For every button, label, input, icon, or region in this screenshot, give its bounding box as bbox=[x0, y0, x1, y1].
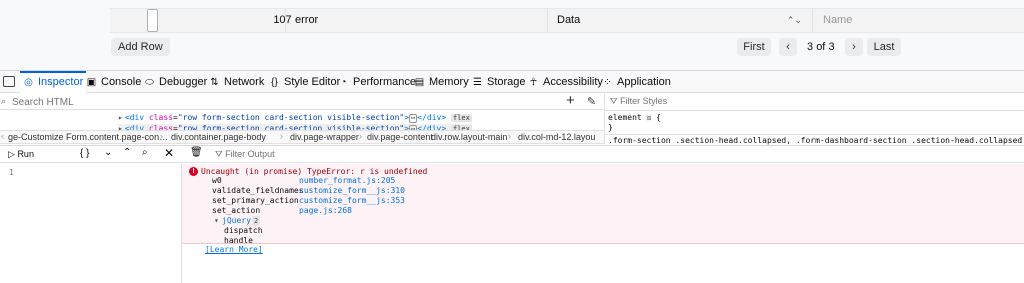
stack-frame: set_action page.js:268 bbox=[212, 206, 352, 216]
flex-badge[interactable]: flex bbox=[451, 114, 472, 122]
console-toolbar: ▷ Run { } ⌄ ⌃ ⌕ ✕ 🗑 ⛛ Filter Output bbox=[0, 146, 1024, 163]
prev-page-button[interactable]: ‹ bbox=[779, 38, 797, 56]
tab-application[interactable]: ⁘ Application bbox=[602, 71, 671, 93]
element-picker-icon[interactable] bbox=[3, 76, 15, 87]
rules-panel: ⛛ Filter Styles element ⦂⦂ { } .form-sec… bbox=[604, 94, 1024, 145]
breadcrumb-item[interactable]: div.col-md-12.layou bbox=[518, 132, 595, 142]
source-link[interactable]: page.js:268 bbox=[299, 206, 352, 216]
trash-icon[interactable]: 🗑 bbox=[190, 147, 203, 158]
tab-memory[interactable]: ▤ Memory bbox=[414, 71, 469, 93]
application-icon: ⁘ bbox=[603, 77, 612, 88]
label-cell[interactable]: Name bbox=[812, 9, 1024, 32]
chevron-up-icon[interactable]: ⌃ bbox=[123, 147, 131, 158]
source-link[interactable]: customize_form__js:353 bbox=[299, 196, 405, 206]
tab-accessibility[interactable]: ☥ Accessibility bbox=[528, 71, 603, 93]
style-editor-icon: {} bbox=[271, 77, 278, 88]
breadcrumb-item[interactable]: ge-Customize Form.content.page-con… bbox=[8, 132, 168, 142]
breadcrumb-item[interactable]: div.page-wrapper bbox=[290, 132, 359, 142]
breadcrumb-separator: › bbox=[421, 131, 424, 141]
network-icon: ⇅ bbox=[210, 77, 219, 88]
inspector-toolbar: ⌕ + ✎ bbox=[0, 92, 604, 110]
fieldname-cell[interactable]: error bbox=[285, 9, 547, 32]
source-link[interactable]: number_format.js:205 bbox=[299, 176, 395, 186]
learn-more-row: [Learn More] bbox=[182, 245, 482, 255]
console-icon: ▣ bbox=[86, 77, 97, 88]
tab-storage[interactable]: ☰ Storage bbox=[472, 71, 526, 93]
error-message[interactable]: Uncaught (in promise) TypeError: r is un… bbox=[201, 167, 427, 176]
scroll-left-icon[interactable]: ‹ bbox=[1, 131, 4, 141]
source-link[interactable]: customize_form__js:310 bbox=[299, 186, 405, 196]
select-arrows-icon: ⌃⌄ bbox=[786, 15, 802, 25]
app-content: 107 error Data ⌃⌄ Name Add Row First ‹ 3… bbox=[0, 0, 1024, 70]
stack-frame: validate_fieldnames customize_form__js:3… bbox=[212, 186, 405, 196]
devtools-panel: ◎ Inspector ▣ Console ⬭ Debugger ⇅ Network {… bbox=[0, 70, 1024, 283]
expand-icon[interactable]: ▸ bbox=[118, 113, 123, 122]
search-icon[interactable]: ⌕ bbox=[142, 147, 148, 158]
jquery-group[interactable]: ▾ jQuery 2 bbox=[182, 216, 582, 226]
add-row-button[interactable]: Add Row bbox=[111, 38, 170, 56]
eyedropper-icon[interactable]: ✎ bbox=[587, 95, 596, 108]
page-of: of bbox=[816, 41, 826, 53]
fieldtype-value: Data bbox=[557, 14, 581, 26]
page-status: 3 of 3 bbox=[807, 38, 847, 56]
storage-icon: ☰ bbox=[473, 77, 482, 88]
performance-icon: ◔ bbox=[340, 77, 347, 88]
filter-icon: ⛛ bbox=[610, 96, 618, 106]
element-rule[interactable]: element ⦂⦂ { bbox=[608, 113, 661, 123]
tab-performance[interactable]: ◔ Performance bbox=[338, 71, 416, 93]
tab-debugger[interactable]: ⬭ Debugger bbox=[144, 71, 207, 93]
split-console: ▷ Run { } ⌄ ⌃ ⌕ ✕ 🗑 ⛛ Filter Output 1 ! … bbox=[0, 145, 1024, 283]
breadcrumb-separator: › bbox=[359, 131, 362, 141]
console-editor[interactable]: 1 bbox=[0, 164, 182, 283]
memory-icon: ▤ bbox=[414, 77, 425, 88]
tab-console[interactable]: ▣ Console bbox=[86, 71, 142, 93]
total-pages: 3 bbox=[828, 41, 835, 53]
stack-frame: set_primary_action customize_form__js:35… bbox=[212, 196, 405, 206]
line-number: 1 bbox=[9, 168, 14, 177]
filter-styles-input[interactable]: ⛛ Filter Styles bbox=[610, 96, 667, 107]
count-badge: 2 bbox=[252, 216, 261, 226]
rule-list: element ⦂⦂ { } .form-section .section-he… bbox=[605, 110, 1024, 145]
chevron-down-icon[interactable]: ⌄ bbox=[104, 147, 112, 158]
next-page-button[interactable]: › bbox=[845, 38, 863, 56]
error-icon: ! bbox=[189, 167, 198, 176]
markup-node[interactable]: ▸ <div class="row form-section card-secti… bbox=[118, 113, 472, 123]
console-output: ! Uncaught (in promise) TypeError: r is … bbox=[182, 164, 1024, 245]
filter-icon: ⛛ bbox=[215, 149, 223, 159]
tab-inspector[interactable]: ◎ Inspector bbox=[20, 71, 87, 93]
breadcrumb-separator: › bbox=[508, 131, 511, 141]
breadcrumb-separator: › bbox=[280, 131, 283, 141]
row-checkbox[interactable] bbox=[147, 9, 158, 32]
breadcrumb-separator: › bbox=[160, 131, 163, 141]
inspector-icon: ◎ bbox=[24, 77, 33, 88]
current-page: 3 bbox=[807, 41, 814, 53]
breadcrumb-item[interactable]: div.row.layout-main bbox=[431, 132, 507, 142]
devtools-tabbar: ◎ Inspector ▣ Console ⬭ Debugger ⇅ Network {… bbox=[0, 71, 1024, 93]
table-row[interactable]: 107 error Data ⌃⌄ Name bbox=[110, 8, 1024, 33]
stack-frame: w0 number_format.js:205 bbox=[212, 176, 396, 186]
learn-more-link[interactable]: [Learn More] bbox=[205, 245, 263, 255]
debugger-icon: ⬭ bbox=[145, 77, 154, 88]
tab-style-editor[interactable]: {} Style Editor bbox=[269, 71, 340, 93]
collapse-icon[interactable]: ▾ bbox=[214, 216, 219, 226]
accessibility-icon: ☥ bbox=[529, 77, 538, 88]
stack-frame: dispatch bbox=[224, 226, 263, 235]
tab-network[interactable]: ⇅ Network bbox=[209, 71, 264, 93]
breadcrumb: ‹ ge-Customize Form.content.page-con… › … bbox=[0, 130, 604, 144]
rule-close: } bbox=[608, 123, 613, 132]
breadcrumb-item[interactable]: div.container.page-body bbox=[171, 132, 266, 142]
pretty-print-button[interactable]: { } bbox=[80, 148, 89, 159]
filter-output-input[interactable]: ⛛ Filter Output bbox=[215, 149, 275, 160]
run-button[interactable]: ▷ Run bbox=[8, 149, 34, 160]
search-html-input[interactable] bbox=[2, 95, 402, 109]
last-page-button[interactable]: Last bbox=[867, 38, 901, 56]
first-page-button[interactable]: First bbox=[737, 38, 771, 56]
add-node-button[interactable]: + bbox=[566, 92, 575, 109]
fieldtype-cell[interactable]: Data ⌃⌄ bbox=[547, 9, 812, 32]
close-icon[interactable]: ✕ bbox=[164, 146, 174, 160]
play-icon: ▷ bbox=[8, 149, 15, 159]
